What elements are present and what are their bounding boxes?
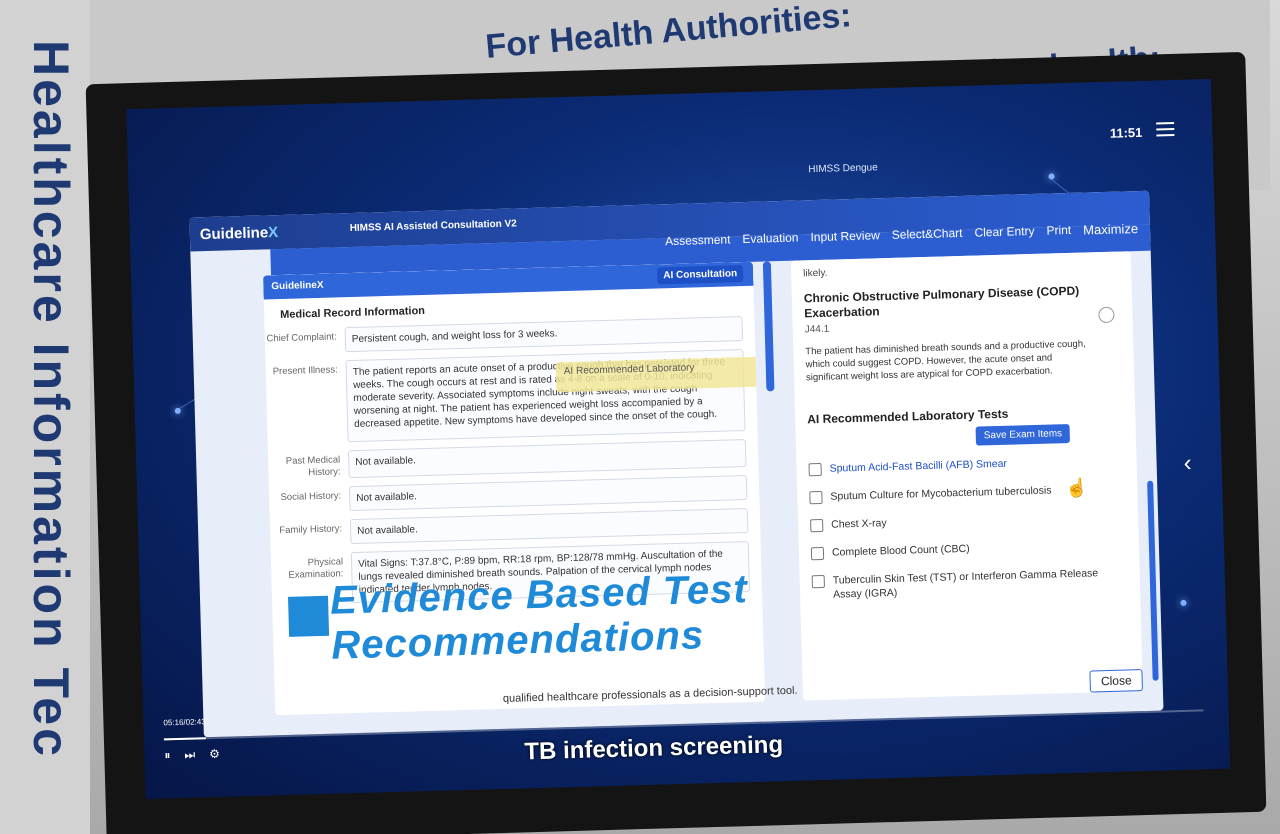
lab-test-item[interactable]: Sputum Acid-Fast Bacilli (AFB) Smear [808, 453, 1124, 477]
chevron-left-icon[interactable]: ‹ [1183, 450, 1192, 478]
diagnosis-description: The patient has diminished breath sounds… [805, 338, 1086, 384]
lab-test-checkbox[interactable] [811, 574, 825, 589]
diagnosis-card: Chronic Obstructive Pulmonary Disease (C… [804, 283, 1122, 385]
lab-test-list: Sputum Acid-Fast Bacilli (AFB) Smear Sput… [808, 453, 1128, 602]
progress-fill [163, 737, 206, 741]
lab-test-item[interactable]: Complete Blood Count (CBC) [810, 537, 1127, 561]
network-node [1180, 599, 1187, 606]
poster-headline-1: For Health Authorities: [483, 0, 853, 66]
lab-test-label: Chest X-ray [831, 517, 887, 531]
record-field-value[interactable]: Not available. [348, 475, 748, 512]
nav-select-chart[interactable]: Select&Chart [892, 226, 963, 243]
nav-assessment[interactable]: Assessment [665, 232, 731, 249]
record-field-label: Social History: [280, 490, 342, 504]
lab-test-checkbox[interactable] [808, 462, 822, 477]
hand-cursor-icon: ☝ [1064, 477, 1088, 499]
record-field-value[interactable]: Not available. [349, 508, 749, 545]
diagnosis-radio[interactable] [1098, 306, 1115, 324]
likely-text: likely. [803, 267, 828, 280]
lab-test-checkbox[interactable] [809, 490, 823, 505]
lab-test-label: Sputum Acid-Fast Bacilli (AFB) Smear [829, 457, 1008, 475]
close-button[interactable]: Close [1089, 669, 1143, 693]
side-banner: Healthcare Information Tec [0, 0, 90, 834]
nav-input-review[interactable]: Input Review [810, 228, 880, 245]
record-field-label: Family History: [279, 523, 343, 537]
clock: 11:51 [1109, 124, 1143, 141]
pause-icon[interactable]: ⏸ [164, 748, 170, 763]
lab-test-checkbox[interactable] [810, 518, 824, 533]
record-field-label: Chief Complaint: [266, 331, 337, 345]
monitor: 11:51 HIMSS Dengue ‹ GuidelineX HIMSS AI… [85, 51, 1267, 834]
lab-test-label: Complete Blood Count (CBC) [831, 542, 970, 559]
next-icon[interactable]: ⏭ [184, 748, 195, 763]
settings-icon[interactable]: ⚙ [1110, 772, 1123, 792]
lab-test-item[interactable]: Tuberculin Skin Test (TST) or Interferon… [811, 565, 1129, 602]
player-right-controls: 倍速 🔊 ⚙ ⧉ ⛶ [1016, 770, 1190, 795]
app-title: HIMSS AI Assisted Consultation V2 [349, 218, 517, 235]
ai-consultation-button[interactable]: AI Consultation [657, 265, 744, 285]
speed-button[interactable]: 倍速 [1016, 774, 1045, 795]
record-field-label: Past Medical History: [285, 454, 341, 479]
nav-print[interactable]: Print [1046, 223, 1071, 239]
nav-clear-entry[interactable]: Clear Entry [974, 224, 1034, 241]
record-field-value[interactable]: Not available. [347, 439, 747, 479]
record-field: Past Medical History: Not available. [268, 439, 747, 480]
volume-icon[interactable]: 🔊 [1068, 773, 1086, 793]
pip-icon[interactable]: ⧉ [1146, 771, 1157, 791]
settings-small-icon[interactable]: ⚙ [209, 747, 220, 762]
video-title: HIMSS Dengue [808, 162, 878, 176]
record-field: Social History: Not available. [269, 475, 748, 513]
diagnosis-panel: likely. Chronic Obstructive Pulmonary Di… [790, 251, 1143, 701]
record-field-label: Present Illness: [272, 364, 338, 378]
lab-test-label: Tuberculin Skin Test (TST) or Interferon… [832, 567, 1099, 601]
recommendation-toast: AI Recommended Laboratory [555, 356, 766, 393]
app-logo: GuidelineX [199, 224, 279, 244]
lab-test-item[interactable]: Chest X-ray [810, 509, 1126, 533]
record-field: Family History: Not available. [270, 508, 749, 546]
lab-test-label: Sputum Culture for Mycobacterium tubercu… [830, 484, 1052, 503]
player-left-controls: ⏸ ⏭ ⚙ [164, 747, 220, 764]
nav-evaluation[interactable]: Evaluation [742, 231, 798, 248]
right-scrollbar[interactable] [1147, 480, 1159, 681]
record-field: Chief Complaint: Persistent cough, and we… [265, 316, 744, 354]
timecode: 05:16/02:43 [163, 717, 206, 728]
video-screen[interactable]: 11:51 HIMSS Dengue ‹ GuidelineX HIMSS AI… [126, 78, 1231, 799]
subtitle: TB infection screening [524, 731, 784, 766]
diagnosis-title: Chronic Obstructive Pulmonary Disease (C… [803, 283, 1080, 321]
overlay-square [288, 595, 330, 637]
left-panel-logo: GuidelineX [271, 279, 324, 293]
nav-maximize[interactable]: Maximize [1083, 221, 1138, 238]
lab-tests-title: AI Recommended Laboratory Tests [807, 406, 1009, 427]
fullscreen-icon[interactable]: ⛶ [1180, 770, 1190, 790]
menu-icon[interactable] [1156, 121, 1175, 137]
record-field-value[interactable]: Persistent cough, and weight loss for 3 … [344, 316, 744, 353]
save-exam-items-button[interactable]: Save Exam Items [975, 423, 1071, 446]
panel-scrollbar[interactable] [762, 261, 775, 392]
lab-test-checkbox[interactable] [810, 546, 825, 561]
side-banner-text: Healthcare Information Tec [23, 40, 79, 759]
